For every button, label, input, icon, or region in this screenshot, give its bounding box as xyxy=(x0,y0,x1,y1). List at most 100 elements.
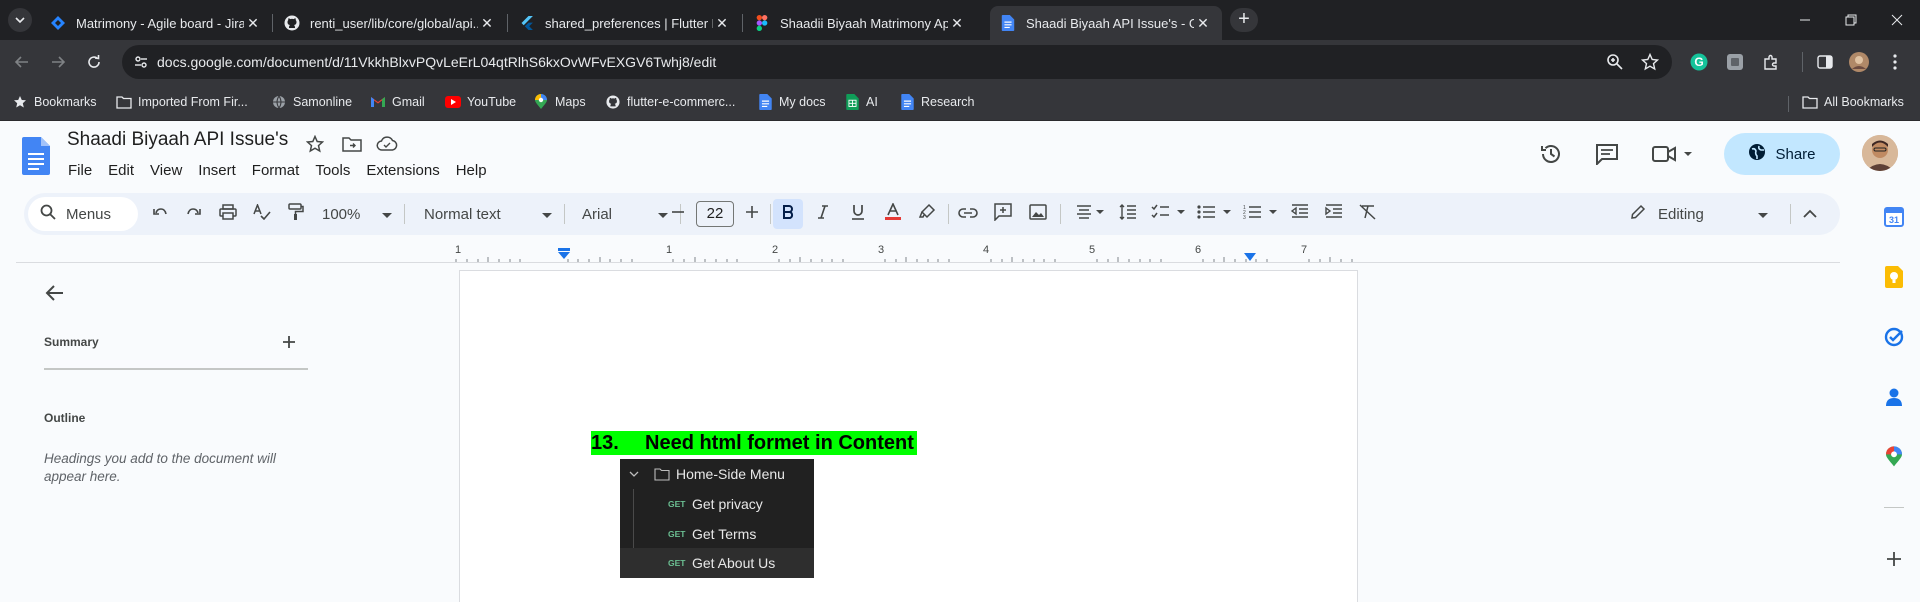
menu-view[interactable]: View xyxy=(142,162,190,179)
search-menus-input[interactable]: Menus xyxy=(28,197,138,231)
menu-help[interactable]: Help xyxy=(448,162,495,179)
chrome-menu-icon[interactable] xyxy=(1885,52,1905,72)
bookmark-research[interactable]: Research xyxy=(899,92,975,112)
get-addons-button[interactable] xyxy=(1883,550,1905,572)
move-folder-icon[interactable] xyxy=(342,135,362,158)
browser-tab-figma[interactable]: Shaadii Biyaah Matrimony App... ✕ xyxy=(744,6,976,40)
bookmark-gmail[interactable]: Gmail xyxy=(370,92,425,112)
side-panel-icon[interactable] xyxy=(1815,52,1835,72)
contacts-icon[interactable] xyxy=(1883,386,1905,408)
grammarly-extension-icon[interactable]: G xyxy=(1689,52,1709,72)
close-window-button[interactable] xyxy=(1874,0,1920,40)
menu-extensions[interactable]: Extensions xyxy=(358,162,447,179)
insert-link-button[interactable] xyxy=(956,202,980,226)
document-title[interactable]: Shaadi Biyaah API Issue's xyxy=(67,129,288,151)
italic-button[interactable] xyxy=(811,202,835,226)
insert-image-button[interactable] xyxy=(1026,202,1050,226)
decrease-font-size-button[interactable] xyxy=(666,202,690,226)
comment-icon[interactable] xyxy=(1595,143,1619,170)
line-spacing-button[interactable] xyxy=(1116,202,1140,226)
undo-button[interactable] xyxy=(148,202,172,226)
forward-button[interactable] xyxy=(46,50,70,74)
reload-button[interactable] xyxy=(82,50,106,74)
bookmark-samonline[interactable]: Samonline xyxy=(271,92,352,112)
menu-file[interactable]: File xyxy=(60,162,100,179)
minimize-button[interactable] xyxy=(1782,0,1828,40)
browser-tab-jira[interactable]: Matrimony - Agile board - Jira ✕ xyxy=(40,6,272,40)
bookmark-imported[interactable]: Imported From Fir... xyxy=(116,92,248,112)
menu-insert[interactable]: Insert xyxy=(190,162,244,179)
bookmark-youtube[interactable]: YouTube xyxy=(445,92,516,112)
profile-avatar[interactable] xyxy=(1849,52,1869,72)
avatar[interactable] xyxy=(1862,135,1898,171)
restore-button[interactable] xyxy=(1828,0,1874,40)
extensions-puzzle-icon[interactable] xyxy=(1761,52,1781,72)
browser-tab-flutter[interactable]: shared_preferences | Flutter Pa... ✕ xyxy=(509,6,741,40)
site-info-icon[interactable] xyxy=(133,54,149,75)
highlight-color-button[interactable] xyxy=(915,202,939,226)
paint-format-button[interactable] xyxy=(284,202,308,226)
close-tab-icon[interactable]: ✕ xyxy=(1194,15,1212,32)
paragraph-style-select[interactable]: Normal text xyxy=(418,202,558,226)
spellcheck-button[interactable] xyxy=(250,202,274,226)
address-bar[interactable]: docs.google.com/document/d/11VkkhBlxvPQv… xyxy=(122,45,1672,79)
share-button[interactable]: Share xyxy=(1724,133,1840,175)
add-summary-button[interactable] xyxy=(280,333,298,351)
bookmark-bookmarks[interactable]: Bookmarks xyxy=(12,92,97,112)
tab-search-button[interactable] xyxy=(8,8,32,32)
extension-icon[interactable] xyxy=(1725,52,1745,72)
bulleted-list-button[interactable] xyxy=(1194,202,1234,226)
text-color-button[interactable] xyxy=(881,202,905,226)
close-tab-icon[interactable]: ✕ xyxy=(244,15,262,32)
browser-tab-docs-active[interactable]: Shaadi Biyaah API Issue's - Goo... ✕ xyxy=(990,6,1222,40)
print-button[interactable] xyxy=(216,202,240,226)
editing-mode-select[interactable]: Editing xyxy=(1624,202,1774,226)
horizontal-ruler[interactable]: 1 1 2 3 4 5 6 7 xyxy=(0,243,1840,263)
bookmark-flutter-ecommerce[interactable]: flutter-e-commerc... xyxy=(605,92,735,112)
bookmark-ai[interactable]: AI xyxy=(844,92,878,112)
insert-comment-button[interactable] xyxy=(991,202,1015,226)
increase-indent-button[interactable] xyxy=(1322,202,1346,226)
all-bookmarks[interactable]: All Bookmarks xyxy=(1802,92,1904,112)
docs-logo-icon[interactable] xyxy=(22,137,50,180)
star-icon[interactable] xyxy=(305,134,325,158)
cloud-saved-icon[interactable] xyxy=(376,135,398,158)
redo-button[interactable] xyxy=(182,202,206,226)
close-tab-icon[interactable]: ✕ xyxy=(948,15,966,32)
menu-edit[interactable]: Edit xyxy=(100,162,142,179)
close-tab-icon[interactable]: ✕ xyxy=(713,15,731,32)
maps-icon[interactable] xyxy=(1883,446,1905,468)
zoom-select[interactable]: 100% xyxy=(322,202,392,226)
checklist-button[interactable] xyxy=(1148,202,1188,226)
meet-video-icon[interactable] xyxy=(1652,146,1694,167)
font-family-select[interactable]: Arial xyxy=(576,202,674,226)
postman-screenshot-image[interactable]: Home-Side Menu GET Get privacy GET Get T… xyxy=(620,459,814,578)
font-size-input[interactable]: 22 xyxy=(696,201,734,227)
menu-tools[interactable]: Tools xyxy=(307,162,358,179)
bookmark-my-docs[interactable]: My docs xyxy=(757,92,826,112)
decrease-indent-button[interactable] xyxy=(1288,202,1312,226)
hide-menus-button[interactable] xyxy=(1798,202,1822,226)
menu-format[interactable]: Format xyxy=(244,162,308,179)
toolbar-divider xyxy=(1802,52,1803,72)
bookmark-maps[interactable]: Maps xyxy=(533,92,586,112)
bold-button[interactable] xyxy=(776,202,800,226)
back-button[interactable] xyxy=(10,50,34,74)
document-heading[interactable]: 13. Need html formet in Content xyxy=(591,431,917,455)
right-indent-marker[interactable] xyxy=(1243,249,1257,267)
zoom-icon[interactable] xyxy=(1606,53,1624,76)
calendar-icon[interactable]: 31 xyxy=(1883,206,1905,228)
browser-tab-github[interactable]: renti_user/lib/core/global/api... ✕ xyxy=(274,6,506,40)
keep-icon[interactable] xyxy=(1883,266,1905,288)
underline-button[interactable] xyxy=(846,202,870,226)
close-tab-icon[interactable]: ✕ xyxy=(478,15,496,32)
version-history-icon[interactable] xyxy=(1539,142,1563,171)
numbered-list-button[interactable]: 123 xyxy=(1240,202,1280,226)
tasks-icon[interactable] xyxy=(1883,326,1905,348)
bookmark-star-icon[interactable] xyxy=(1640,52,1660,76)
new-tab-button[interactable]: + xyxy=(1230,8,1258,32)
align-select[interactable] xyxy=(1070,202,1110,226)
clear-formatting-button[interactable] xyxy=(1356,202,1380,226)
increase-font-size-button[interactable] xyxy=(740,202,764,226)
close-outline-button[interactable] xyxy=(44,282,66,304)
